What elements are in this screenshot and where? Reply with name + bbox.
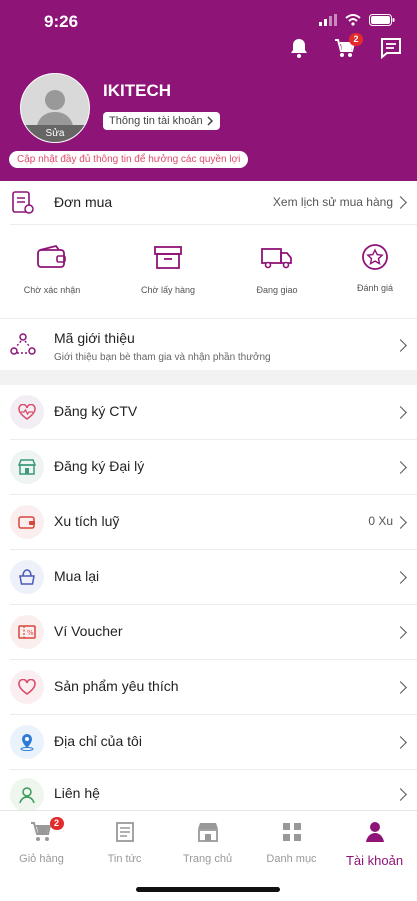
signal-icon: [319, 14, 337, 26]
menu-item-label: Đăng ký CTV: [54, 403, 138, 419]
user-icon: [365, 822, 384, 842]
star-icon: [362, 244, 388, 270]
menu-item-register-ctv[interactable]: Đăng ký CTV: [0, 385, 417, 439]
status-icons: [319, 14, 395, 26]
order-status-label: Đang giao: [256, 285, 298, 295]
tab-label: Tài khoản: [345, 853, 404, 868]
account-info-label: Thông tin tài khoản: [109, 115, 203, 127]
tab-label: Tin tức: [107, 853, 142, 865]
chevron-right-icon: [394, 626, 407, 639]
truck-icon: [261, 248, 292, 269]
username: IKITECH: [103, 81, 171, 100]
update-info-notice[interactable]: Cập nhật đầy đủ thông tin để hưởng các q…: [9, 151, 249, 168]
location-icon: [10, 725, 44, 759]
orders-row[interactable]: Đơn mua Xem lịch sử mua hàng: [0, 181, 417, 224]
shop-icon: [197, 823, 218, 842]
menu-item-label: Địa chỉ của tôi: [54, 733, 142, 749]
referral-row[interactable]: Mã giới thiệu Giới thiệu bạn bè tham gia…: [0, 319, 417, 370]
coin-wallet-icon: [10, 505, 44, 539]
bell-icon[interactable]: [287, 36, 311, 60]
tab-label: Giỏ hàng: [19, 853, 64, 865]
cart-icon[interactable]: 2: [333, 33, 363, 60]
wifi-icon: [345, 14, 361, 26]
cart-badge: 2: [349, 33, 363, 46]
order-status-label: Chờ xác nhận: [23, 285, 81, 295]
chevron-right-icon: [394, 196, 407, 209]
home-indicator: [136, 887, 280, 892]
order-status-review[interactable]: Đánh giá: [325, 242, 417, 293]
menu-item-voucher-wallet[interactable]: % Ví Voucher: [0, 605, 417, 659]
tab-news[interactable]: Tin tức: [83, 821, 166, 865]
order-status-shipping[interactable]: Đang giao: [227, 244, 327, 295]
avatar-edit-button[interactable]: Sửa: [21, 125, 89, 142]
order-status-label: Chờ lấy hàng: [141, 285, 195, 295]
chevron-right-icon: [394, 736, 407, 749]
menu-item-label: Ví Voucher: [54, 623, 123, 639]
coin-balance: 0 Xu: [368, 514, 393, 528]
svg-text:%: %: [27, 629, 34, 637]
box-icon: [154, 246, 182, 269]
referral-title: Mã giới thiệu: [54, 330, 135, 346]
order-history-link[interactable]: Xem lịch sử mua hàng: [273, 195, 393, 209]
profile-header: 9:26 2 Sửa IKITECH Thông tin tài khoản C…: [0, 0, 417, 181]
menu-item-favorites[interactable]: Sản phẩm yêu thích: [0, 660, 417, 714]
chevron-right-icon: [394, 571, 407, 584]
avatar[interactable]: Sửa: [20, 73, 90, 143]
grid-icon: [282, 823, 301, 841]
tab-label: Danh mục: [266, 853, 317, 865]
chat-icon[interactable]: [379, 36, 403, 60]
tab-cart-badge: 2: [49, 817, 64, 830]
tab-label: Trang chủ: [182, 853, 233, 865]
chevron-right-icon: [394, 406, 407, 419]
menu-item-addresses[interactable]: Địa chỉ của tôi: [0, 715, 417, 769]
tab-cart[interactable]: 2 Giỏ hàng: [0, 817, 83, 865]
tab-categories[interactable]: Danh mục: [250, 821, 333, 865]
menu-item-label: Liên hệ: [54, 785, 100, 801]
menu-item-coins[interactable]: Xu tích luỹ 0 Xu: [0, 495, 417, 549]
store-icon: [10, 450, 44, 484]
chevron-right-icon: [394, 339, 407, 352]
orders-title: Đơn mua: [54, 194, 113, 210]
chevron-right-icon: [207, 116, 213, 126]
tab-account[interactable]: Tài khoản: [333, 821, 416, 868]
menu-item-register-agent[interactable]: Đăng ký Đại lý: [0, 440, 417, 494]
menu-item-label: Xu tích luỹ: [54, 513, 120, 529]
contact-icon: [10, 778, 44, 812]
referral-subtitle: Giới thiệu bạn bè tham gia và nhận phần …: [54, 352, 271, 363]
bag-icon: [10, 560, 44, 594]
heart-pulse-icon: [10, 395, 44, 429]
menu-item-rebuy[interactable]: Mua lại: [0, 550, 417, 604]
order-status-pickup[interactable]: Chờ lấy hàng: [118, 244, 218, 295]
heart-icon: [10, 670, 44, 704]
chevron-right-icon: [394, 788, 407, 801]
menu-item-label: Mua lại: [54, 568, 100, 584]
order-status-label: Đánh giá: [356, 283, 394, 293]
menu-card: Đăng ký CTV Đăng ký Đại lý Xu tích luỹ 0…: [0, 385, 417, 812]
chevron-right-icon: [394, 461, 407, 474]
wallet-icon: [37, 244, 66, 268]
menu-item-label: Đăng ký Đại lý: [54, 458, 145, 474]
divider: [10, 224, 417, 225]
account-info-button[interactable]: Thông tin tài khoản: [103, 112, 220, 130]
news-icon: [115, 822, 134, 842]
chevron-right-icon: [394, 516, 407, 529]
battery-icon: [369, 14, 395, 26]
menu-item-label: Sản phẩm yêu thích: [54, 678, 179, 694]
chevron-right-icon: [394, 681, 407, 694]
order-status-pending[interactable]: Chờ xác nhận: [2, 244, 102, 295]
menu-item-contact[interactable]: Liên hệ: [0, 770, 417, 812]
tab-home[interactable]: Trang chủ: [166, 821, 249, 865]
voucher-icon: %: [10, 615, 44, 649]
referral-icon: [10, 333, 36, 355]
orders-icon: [12, 191, 34, 214]
status-time: 9:26: [44, 12, 79, 31]
orders-card: Đơn mua Xem lịch sử mua hàng Chờ xác nhậ…: [0, 181, 417, 370]
